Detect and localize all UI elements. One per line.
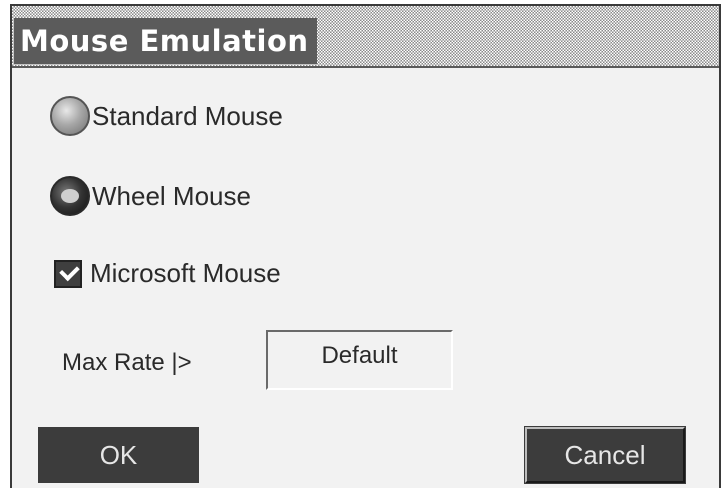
standard-mouse-option[interactable]: Standard Mouse: [50, 96, 283, 136]
standard-mouse-label: Standard Mouse: [92, 100, 283, 131]
microsoft-mouse-checkbox[interactable]: [54, 259, 82, 288]
max-rate-field[interactable]: Default: [266, 330, 453, 390]
microsoft-mouse-option[interactable]: Microsoft Mouse: [46, 258, 281, 289]
mouse-emulation-dialog: Mouse Emulation Standard Mouse Wheel Mou…: [10, 4, 721, 488]
microsoft-mouse-label: Microsoft Mouse: [90, 258, 281, 288]
standard-mouse-radio[interactable]: [50, 96, 90, 136]
max-rate-label: Max Rate |>: [62, 349, 192, 376]
wheel-mouse-label: Wheel Mouse: [92, 180, 251, 211]
wheel-mouse-radio[interactable]: [50, 176, 90, 216]
dialog-title: Mouse Emulation: [14, 18, 317, 64]
cancel-button[interactable]: Cancel: [524, 426, 686, 484]
ok-button[interactable]: OK: [38, 427, 199, 483]
wheel-mouse-option[interactable]: Wheel Mouse: [50, 176, 251, 216]
title-bar: Mouse Emulation: [12, 6, 719, 68]
